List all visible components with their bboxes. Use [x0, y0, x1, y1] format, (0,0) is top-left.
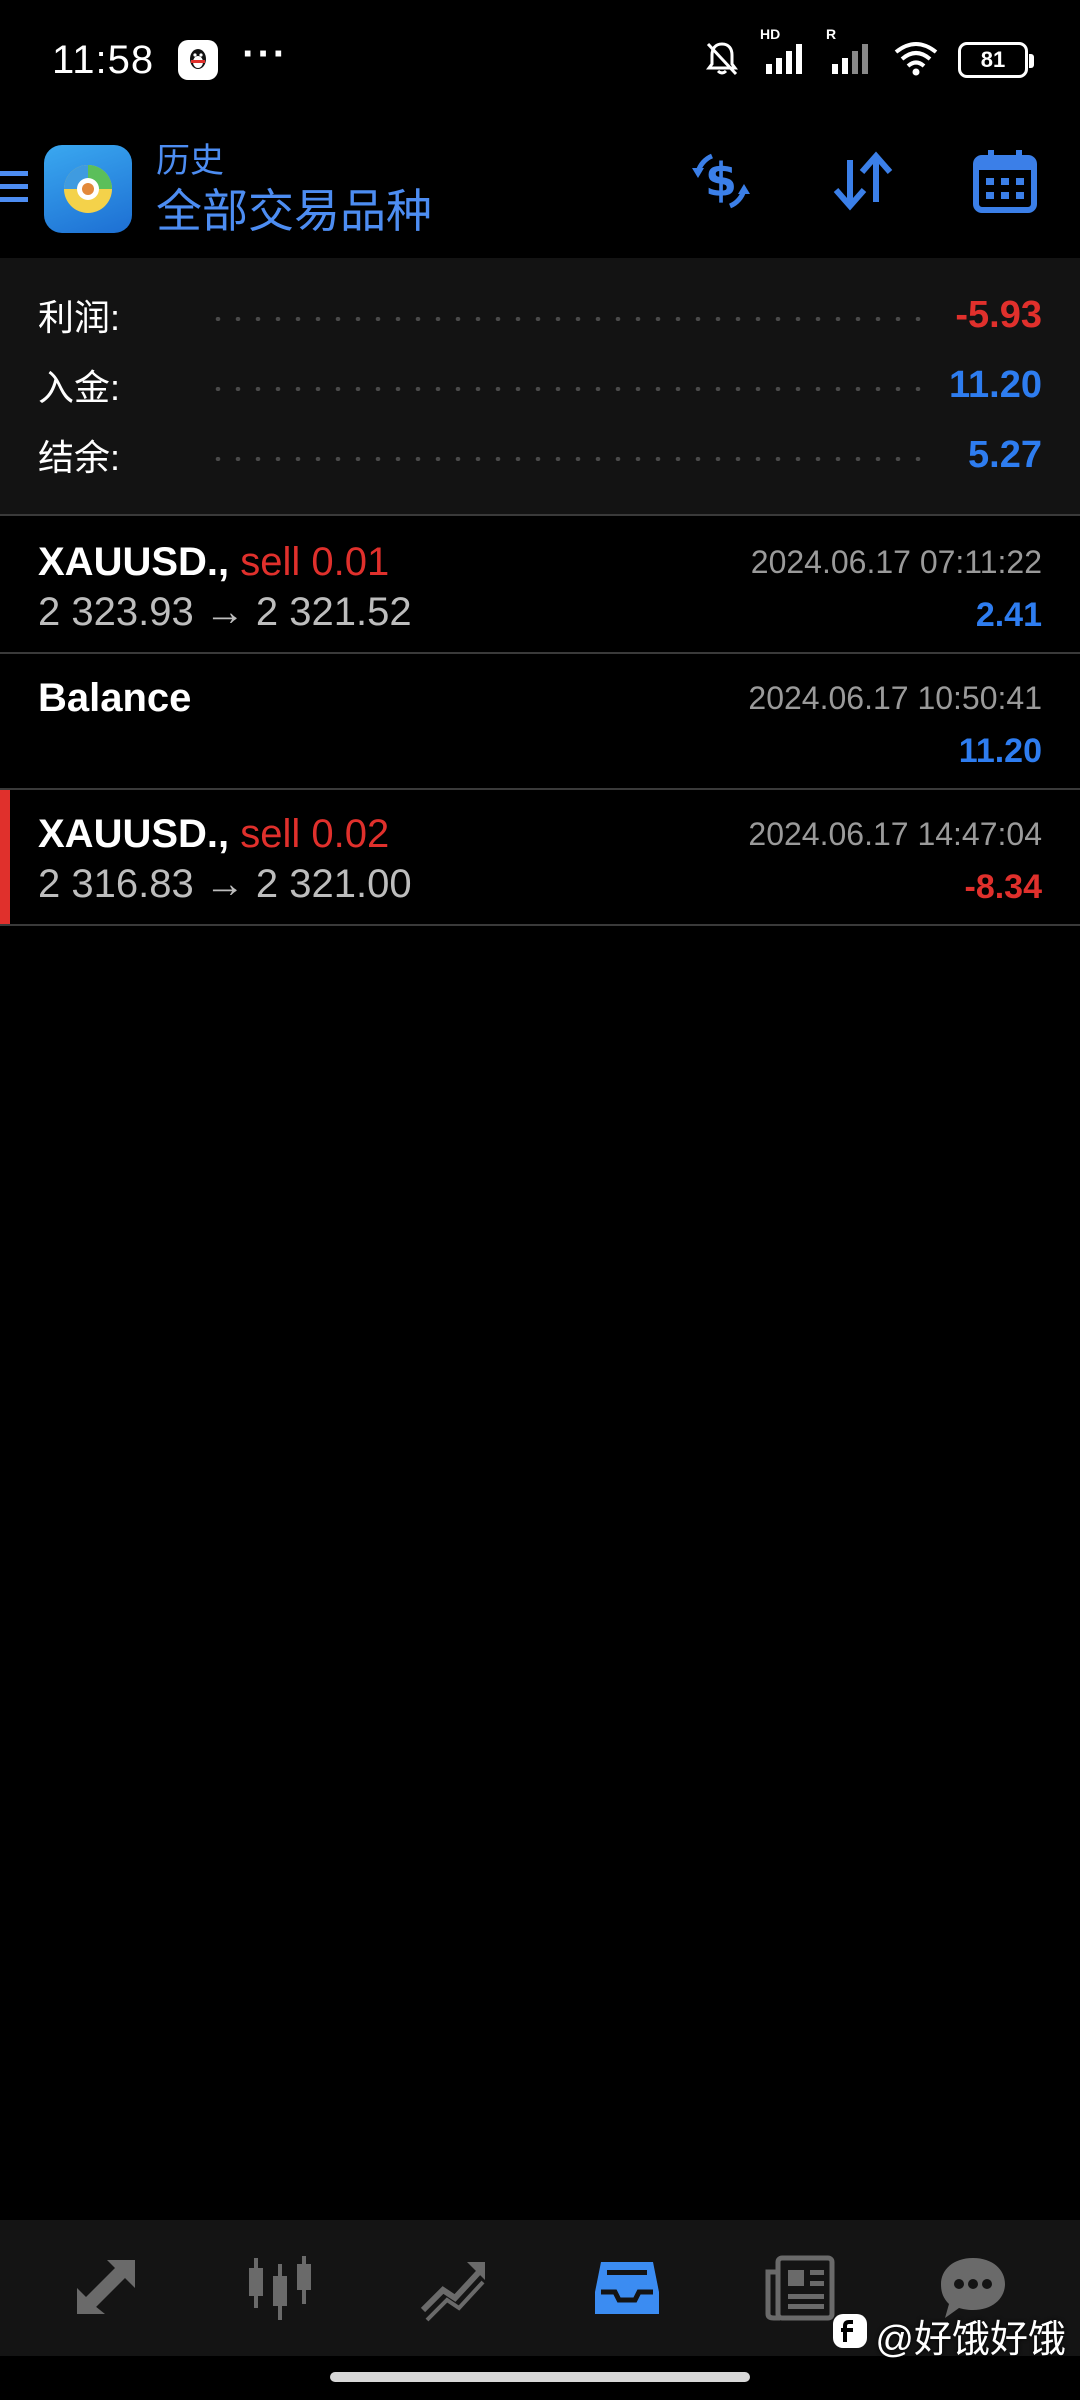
- sort-button[interactable]: [828, 146, 898, 216]
- home-indicator[interactable]: [330, 2372, 750, 2382]
- status-bar: 11:58 ··· HD R 81: [0, 0, 1080, 120]
- deal-title: Balance: [38, 676, 191, 721]
- loss-marker: [0, 790, 10, 924]
- deal-profit: -8.34: [964, 868, 1043, 906]
- metatrader-logo-icon: [44, 145, 132, 233]
- cell-signal-hd-icon: HD: [760, 26, 808, 83]
- deal-symbol: XAUUSD.,: [38, 812, 230, 856]
- summary-profit-label: 利润:: [38, 297, 121, 338]
- deposit-withdraw-button[interactable]: $: [686, 146, 756, 216]
- summary-balance-row: 结余: 5.27: [38, 420, 1042, 490]
- deal-symbol: Balance: [38, 676, 192, 720]
- deal-row[interactable]: Balance 2024.06.17 10:50:41 11.20: [0, 654, 1080, 790]
- header-title[interactable]: 全部交易品种: [156, 183, 432, 239]
- deal-time: 2024.06.17 14:47:04: [748, 816, 1042, 852]
- more-notifications-icon: ···: [242, 31, 289, 76]
- dotted-leader: [208, 457, 930, 461]
- watermark-text: @好饿好饿: [875, 2319, 1066, 2361]
- status-left: 11:58 ···: [52, 32, 288, 83]
- deal-time: 2024.06.17 07:11:22: [750, 544, 1042, 580]
- summary-profit-row: 利润: -5.93: [38, 280, 1042, 350]
- deal-profit: 11.20: [958, 732, 1042, 770]
- nav-trade[interactable]: [398, 2233, 508, 2343]
- dollar-exchange-icon: $: [692, 153, 750, 209]
- status-right: HD R 81: [702, 26, 1034, 83]
- summary-profit-value: -5.93: [955, 293, 1042, 336]
- deal-time: 2024.06.17 10:50:41: [748, 680, 1042, 716]
- history-summary: 利润: -5.93 入金: 11.20 结余: 5.27: [0, 258, 1080, 516]
- wifi-icon: [892, 38, 940, 83]
- summary-balance-value: 5.27: [968, 433, 1042, 476]
- header-subtitle: 历史: [156, 142, 224, 180]
- deal-title: XAUUSD., sell 0.01: [38, 540, 389, 585]
- deal-title: XAUUSD., sell 0.02: [38, 812, 389, 857]
- watermark: @好饿好饿: [831, 2308, 1066, 2363]
- sort-arrows-icon: [833, 151, 893, 211]
- summary-deposit-value: 11.20: [949, 363, 1042, 406]
- trade-icon: [421, 2262, 486, 2322]
- deal-row[interactable]: XAUUSD., sell 0.02 2 316.83 → 2 321.00 2…: [0, 790, 1080, 926]
- summary-balance-label: 结余:: [38, 437, 121, 478]
- period-button[interactable]: [970, 146, 1040, 216]
- quotes-icon: [76, 2260, 135, 2314]
- header-actions: $: [686, 146, 1040, 216]
- nav-quotes[interactable]: [52, 2233, 162, 2343]
- deal-profit: 2.41: [975, 596, 1042, 634]
- summary-deposit-label: 入金:: [38, 367, 121, 408]
- deal-row[interactable]: XAUUSD., sell 0.01 2 323.93 → 2 321.52 2…: [0, 518, 1080, 654]
- qq-notification-icon: [178, 40, 219, 80]
- signal-label-r: R: [826, 25, 837, 42]
- deal-side: sell 0.01: [240, 540, 390, 584]
- deal-symbol: XAUUSD.,: [38, 540, 230, 584]
- news-icon: [765, 2255, 835, 2321]
- dotted-leader: [208, 387, 927, 391]
- hamburger-menu-icon[interactable]: [0, 165, 30, 214]
- history-icon: [594, 2262, 659, 2314]
- dotted-leader: [208, 317, 930, 321]
- battery-level: 81: [980, 47, 1006, 72]
- calendar-icon: [973, 150, 1037, 213]
- chart-icon: [248, 2256, 311, 2320]
- header-titles: 历史 全部交易品种: [156, 139, 432, 239]
- watermark-logo-icon: [831, 2312, 869, 2360]
- svg-text:$: $: [705, 153, 737, 207]
- nav-chart[interactable]: [225, 2233, 335, 2343]
- cell-signal-r-icon: R: [826, 26, 874, 83]
- summary-deposit-row: 入金: 11.20: [38, 350, 1042, 420]
- battery-icon: 81: [958, 42, 1034, 78]
- deal-prices: 2 316.83 → 2 321.00: [38, 862, 412, 906]
- nav-history[interactable]: [572, 2233, 682, 2343]
- signal-label-hd: HD: [760, 25, 781, 42]
- deal-side: sell 0.02: [240, 812, 390, 856]
- deal-prices: 2 323.93 → 2 321.52: [38, 590, 412, 634]
- status-time: 11:58: [52, 37, 155, 82]
- mute-bell-icon: [702, 38, 742, 83]
- app-header: 历史 全部交易品种 $: [0, 120, 1080, 258]
